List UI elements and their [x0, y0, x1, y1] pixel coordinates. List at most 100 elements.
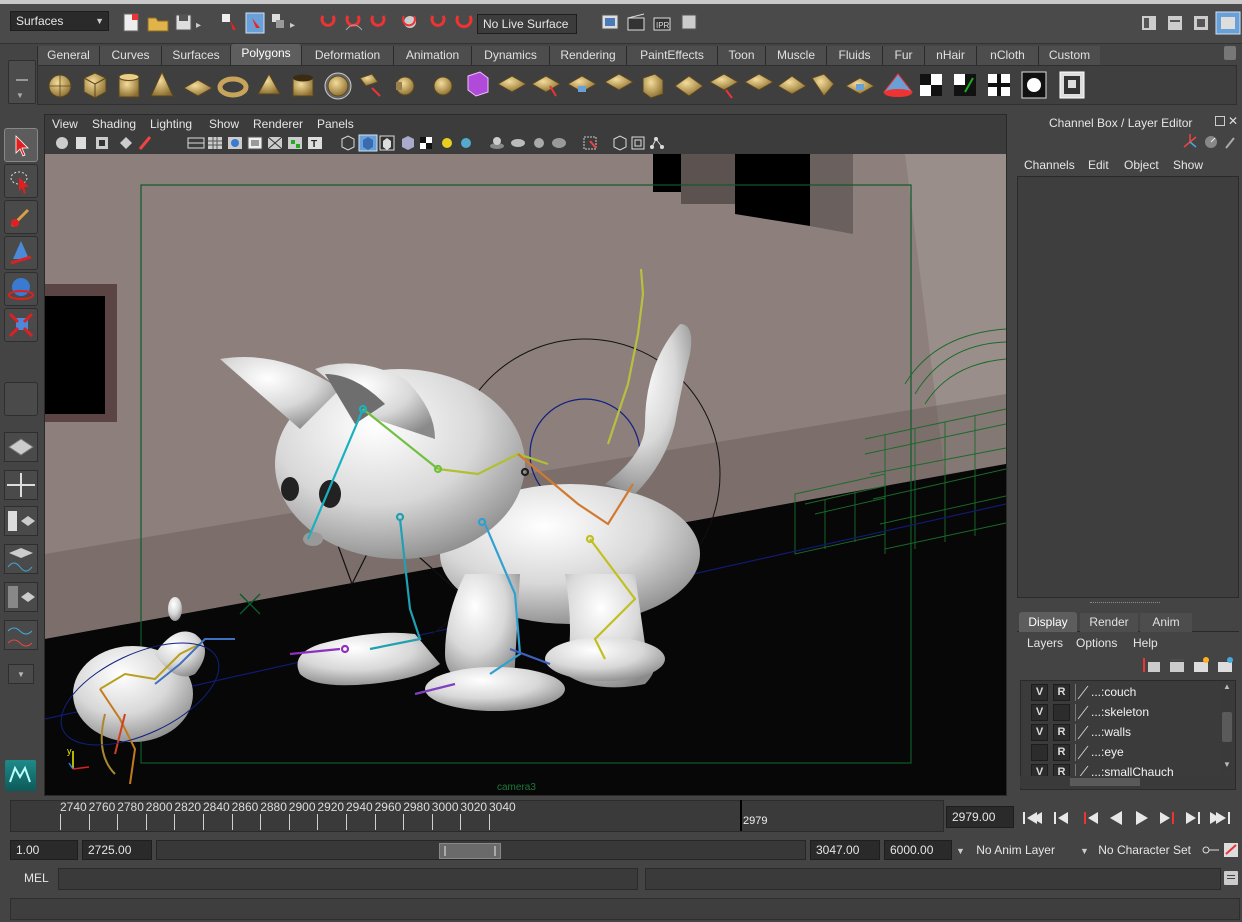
scroll-up-icon[interactable]: ▲	[1223, 682, 1231, 691]
layer-reference-toggle[interactable]: R	[1053, 684, 1070, 701]
mel-label[interactable]: MEL	[24, 871, 49, 885]
layout-toggle-icons[interactable]	[1136, 10, 1242, 38]
anim-layer-dropdown[interactable]: ▼ No Anim Layer	[956, 840, 1080, 860]
shelf-tab-deformation[interactable]: Deformation	[301, 46, 393, 65]
viewport-menu-show[interactable]: Show	[209, 115, 239, 133]
shelf-trash-icon[interactable]	[1224, 46, 1236, 60]
shelf-tab-fur[interactable]: Fur	[882, 46, 924, 65]
channel-box-header-icons[interactable]	[1180, 132, 1240, 152]
shelf-tab-dynamics[interactable]: Dynamics	[471, 46, 549, 65]
layer-visibility-toggle[interactable]: V	[1031, 704, 1048, 721]
layout-four-view-icon[interactable]	[4, 470, 38, 500]
channel-box-close-icon[interactable]: ✕	[1228, 114, 1238, 128]
command-input[interactable]	[58, 868, 638, 890]
panel-splitter[interactable]	[1090, 602, 1160, 605]
shelf-tab-general[interactable]: General	[37, 46, 99, 65]
layout-graph-dope-icon[interactable]	[4, 620, 38, 650]
shelf-options-handle[interactable]: ▼	[8, 60, 36, 104]
script-editor-icon[interactable]	[1224, 871, 1238, 885]
move-tool-button[interactable]	[4, 236, 38, 270]
rotate-tool-button[interactable]	[4, 272, 38, 306]
layout-single-perspective-icon[interactable]	[4, 432, 38, 462]
layer-color-icon[interactable]	[1075, 704, 1090, 721]
shelf-tab-surfaces[interactable]: Surfaces	[161, 46, 230, 65]
layer-color-icon[interactable]	[1075, 724, 1090, 741]
layer-row[interactable]: V ...:skeleton	[1025, 703, 1225, 722]
layer-reference-toggle[interactable]: R	[1053, 724, 1070, 741]
range-slider-track[interactable]	[156, 840, 806, 860]
viewport-menu-shading[interactable]: Shading	[92, 115, 136, 133]
channel-menu-edit[interactable]: Edit	[1088, 156, 1109, 174]
layer-reference-toggle[interactable]	[1053, 704, 1070, 721]
layer-tab-anim[interactable]: Anim	[1140, 613, 1192, 632]
toolbox-expand-icon[interactable]: ▼	[8, 664, 34, 684]
shelf-tab-fluids[interactable]: Fluids	[826, 46, 882, 65]
shelf-tab-toon[interactable]: Toon	[717, 46, 765, 65]
panel-toolbar-icons[interactable]: T	[52, 133, 672, 153]
channel-menu-object[interactable]: Object	[1124, 156, 1159, 174]
layer-visibility-toggle[interactable]	[1031, 744, 1048, 761]
layer-visibility-toggle[interactable]: V	[1031, 724, 1048, 741]
layer-reference-toggle[interactable]: R	[1053, 744, 1070, 761]
lasso-tool-button[interactable]	[4, 164, 38, 198]
render-icons[interactable]: IPR	[596, 10, 716, 36]
layer-color-icon[interactable]	[1075, 744, 1090, 761]
shelf-tab-custom[interactable]: Custom	[1038, 46, 1100, 65]
layer-color-icon[interactable]	[1075, 684, 1090, 701]
ssao-icon	[511, 139, 525, 147]
anim-prefs-icons[interactable]	[1200, 840, 1242, 860]
start-time-field[interactable]: 1.00	[10, 840, 78, 860]
last-tool-button[interactable]	[4, 382, 38, 416]
layer-scrollbar[interactable]: ▲ ▼	[1220, 682, 1234, 772]
current-time-field[interactable]: 2979.00	[946, 806, 1014, 828]
layer-tab-render[interactable]: Render	[1080, 613, 1138, 632]
shelf-tab-curves[interactable]: Curves	[99, 46, 161, 65]
layout-persp-graph-icon[interactable]	[4, 544, 38, 574]
channel-menu-channels[interactable]: Channels	[1024, 156, 1075, 174]
end-time-field[interactable]: 6000.00	[884, 840, 952, 860]
viewport-menu-lighting[interactable]: Lighting	[150, 115, 192, 133]
shelf-tab-polygons[interactable]: Polygons	[230, 44, 301, 65]
new-scene-icon	[123, 13, 139, 32]
scroll-down-icon[interactable]: ▼	[1223, 760, 1231, 769]
shelf-tab-painteffects[interactable]: PaintEffects	[626, 46, 717, 65]
scale-tool-button[interactable]	[4, 308, 38, 342]
range-end-field[interactable]: 3047.00	[810, 840, 880, 860]
viewport-scene[interactable]: camera3 y	[45, 154, 1006, 795]
viewport-menu-panels[interactable]: Panels	[317, 115, 354, 133]
live-surface-field[interactable]: No Live Surface	[477, 14, 577, 34]
layer-row[interactable]: V R ...:walls	[1025, 723, 1225, 742]
layer-menu-options[interactable]: Options	[1076, 634, 1117, 652]
layer-tab-display[interactable]: Display	[1019, 612, 1077, 632]
shelf-tab-rendering[interactable]: Rendering	[549, 46, 626, 65]
hscroll-thumb[interactable]	[1070, 778, 1140, 786]
shelf-tab-nhair[interactable]: nHair	[924, 46, 976, 65]
character-set-dropdown[interactable]: ▼ No Character Set	[1080, 840, 1200, 860]
menu-set-dropdown[interactable]: Surfaces ▼	[10, 11, 109, 31]
viewport-menu-renderer[interactable]: Renderer	[253, 115, 303, 133]
layer-row[interactable]: R ...:eye	[1025, 743, 1225, 762]
layout-hypershade-icon[interactable]	[4, 582, 38, 612]
scroll-thumb[interactable]	[1222, 712, 1232, 742]
shelf-tab-muscle[interactable]: Muscle	[765, 46, 826, 65]
channel-menu-show[interactable]: Show	[1173, 156, 1203, 174]
layout-outliner-persp-icon[interactable]	[4, 506, 38, 536]
playback-controls[interactable]	[1020, 806, 1242, 830]
layer-hscroll[interactable]	[1020, 776, 1234, 788]
layer-menu-layers[interactable]: Layers	[1027, 634, 1063, 652]
paint-select-tool-button[interactable]	[4, 200, 38, 234]
channel-box-dock-icon[interactable]	[1215, 116, 1225, 126]
shelf-tab-ncloth[interactable]: nCloth	[976, 46, 1038, 65]
select-tool-button[interactable]	[4, 128, 38, 162]
range-slider-handle[interactable]	[439, 843, 501, 859]
layer-row[interactable]: V R ...:couch	[1025, 683, 1225, 702]
poly-smooth-icon	[467, 71, 489, 97]
layer-visibility-toggle[interactable]: V	[1031, 684, 1048, 701]
status-line-icons[interactable]: ▸ ▸	[118, 10, 478, 36]
polygon-shelf-icons[interactable]	[40, 68, 1100, 104]
viewport-menu-view[interactable]: View	[52, 115, 78, 133]
range-start-field[interactable]: 2725.00	[82, 840, 152, 860]
shelf-tab-animation[interactable]: Animation	[393, 46, 471, 65]
layer-menu-help[interactable]: Help	[1133, 634, 1158, 652]
layer-action-icons[interactable]	[1140, 654, 1240, 676]
